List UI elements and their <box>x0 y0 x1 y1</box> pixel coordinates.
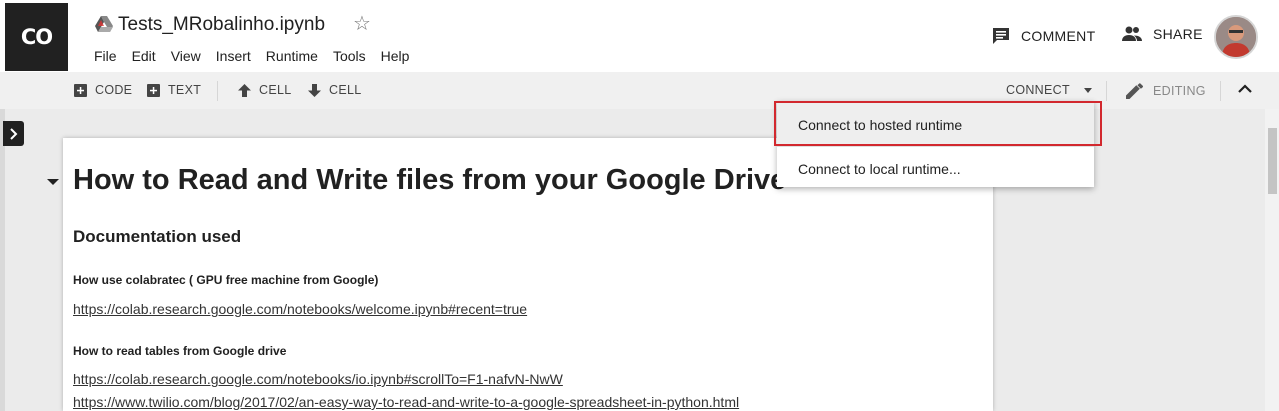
menu-help[interactable]: Help <box>381 48 410 64</box>
menu-file[interactable]: File <box>94 48 117 64</box>
comment-button[interactable]: COMMENT <box>991 26 1095 46</box>
star-icon[interactable]: ☆ <box>353 14 371 34</box>
notebook-title[interactable]: Tests_MRobalinho.ipynb <box>118 14 325 36</box>
comment-icon <box>993 28 1009 44</box>
google-drive-icon <box>95 16 113 32</box>
connect-label: CONNECT <box>1006 83 1070 97</box>
menu-bar: File Edit View Insert Runtime Tools Help <box>94 48 424 64</box>
toolbar-divider <box>217 81 218 101</box>
app-header: CO Tests_MRobalinho.ipynb ☆ File Edit Vi… <box>0 0 1279 72</box>
colab-logo[interactable]: CO <box>5 3 68 71</box>
doc-link[interactable]: https://colab.research.google.com/notebo… <box>73 371 563 387</box>
notebook-heading: How to Read and Write files from your Go… <box>73 164 787 196</box>
share-button[interactable]: SHARE <box>1121 26 1203 42</box>
left-rail <box>0 109 5 411</box>
menu-runtime[interactable]: Runtime <box>266 48 318 64</box>
scrollbar-thumb[interactable] <box>1268 128 1277 194</box>
editing-label: EDITING <box>1153 83 1206 98</box>
add-text-button[interactable]: TEXT <box>147 83 201 97</box>
editing-mode-button[interactable]: EDITING <box>1126 82 1206 99</box>
arrow-down-icon <box>308 83 321 97</box>
chevron-up-icon[interactable] <box>1237 83 1253 95</box>
user-avatar[interactable] <box>1214 15 1258 59</box>
connect-button[interactable]: CONNECT <box>1006 83 1092 97</box>
arrow-up-icon <box>238 83 251 97</box>
avatar-image <box>1216 17 1256 57</box>
move-cell-up-label: CELL <box>259 83 292 97</box>
section-label: How to read tables from Google drive <box>73 344 287 358</box>
toolbar-divider <box>1106 81 1107 101</box>
comment-label: COMMENT <box>1021 28 1096 44</box>
plus-box-icon <box>74 83 87 97</box>
chevron-right-icon <box>10 127 18 140</box>
plus-box-icon <box>147 83 160 97</box>
doc-link[interactable]: https://colab.research.google.com/notebo… <box>73 301 527 317</box>
pencil-icon <box>1126 83 1143 99</box>
move-cell-down-button[interactable]: CELL <box>308 83 361 97</box>
move-cell-up-button[interactable]: CELL <box>238 83 291 97</box>
highlight-box <box>774 101 1102 146</box>
menu-edit[interactable]: Edit <box>132 48 156 64</box>
caret-down-icon <box>1083 87 1092 93</box>
move-cell-down-label: CELL <box>329 83 362 97</box>
people-icon <box>1122 26 1142 41</box>
menu-tools[interactable]: Tools <box>333 48 366 64</box>
add-text-label: TEXT <box>168 83 202 97</box>
toolbar-divider <box>1220 81 1221 101</box>
expand-sidebar-button[interactable] <box>3 121 24 146</box>
menu-view[interactable]: View <box>171 48 201 64</box>
add-code-button[interactable]: CODE <box>74 83 132 97</box>
connect-local-runtime-item[interactable]: Connect to local runtime... <box>777 147 1094 190</box>
section-label: How use colabratec ( GPU free machine fr… <box>73 273 379 287</box>
share-label: SHARE <box>1153 26 1203 42</box>
section-collapse-caret-icon[interactable] <box>47 179 59 185</box>
doc-link[interactable]: https://www.twilio.com/blog/2017/02/an-e… <box>73 394 739 410</box>
add-code-label: CODE <box>95 83 133 97</box>
menu-insert[interactable]: Insert <box>216 48 251 64</box>
notebook-subheading: Documentation used <box>73 227 242 246</box>
